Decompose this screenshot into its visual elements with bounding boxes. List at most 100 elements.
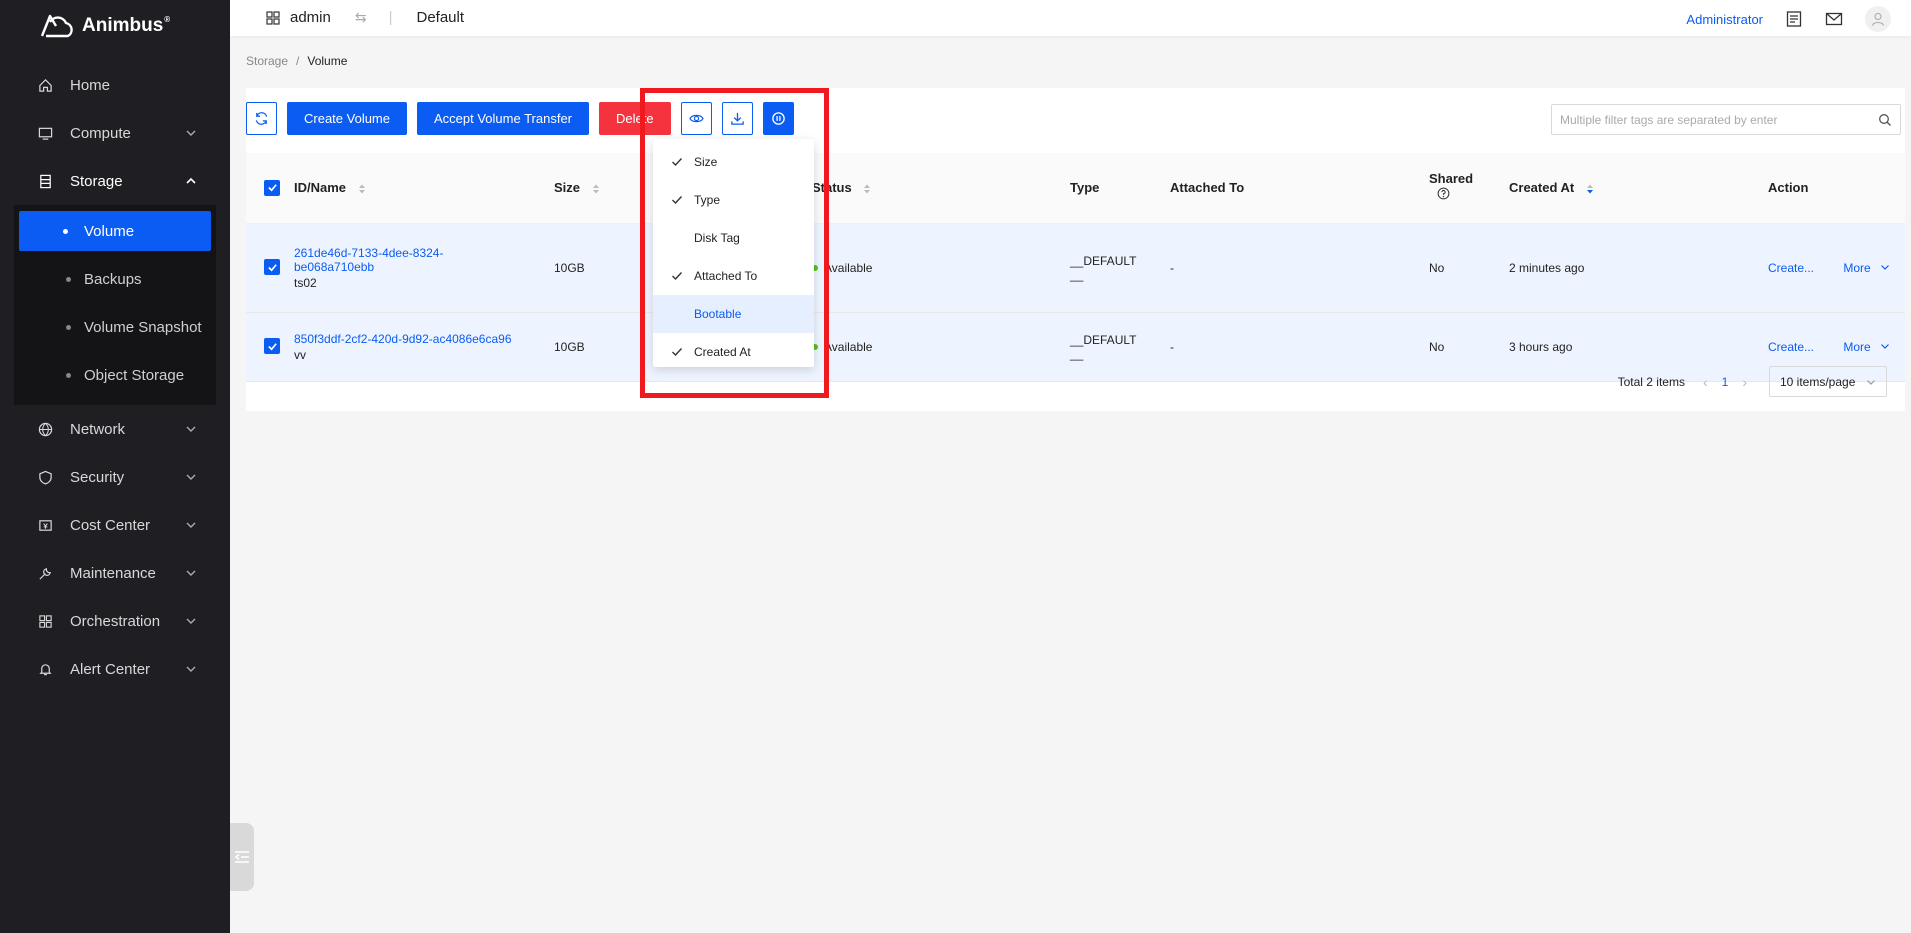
type-cell: __DEFAULT __	[1070, 312, 1170, 382]
sidebar-item-security[interactable]: Security	[0, 453, 230, 501]
breadcrumb-sep: /	[296, 54, 300, 68]
search-icon[interactable]	[1878, 113, 1892, 127]
volume-id-link[interactable]: 850f3ddf-2cf2-420d-9d92-ac4086e6ca96	[294, 332, 554, 346]
chevron-down-icon	[186, 130, 196, 136]
sidebar-item-network[interactable]: Network	[0, 405, 230, 453]
sort-desc-icon[interactable]	[1586, 183, 1594, 195]
row-checkbox[interactable]	[264, 338, 280, 355]
sidebar-item-maintenance[interactable]: Maintenance	[0, 549, 230, 597]
download-icon	[730, 112, 744, 125]
sidebar-item-storage[interactable]: Storage	[0, 157, 230, 205]
role-link[interactable]: Administrator	[1686, 12, 1763, 27]
create-action-link[interactable]: Create...	[1768, 340, 1814, 354]
pause-circle-icon	[771, 112, 785, 125]
check-icon	[267, 263, 277, 272]
refresh-icon	[255, 112, 268, 125]
column-shared: Shared	[1429, 153, 1509, 224]
search-input[interactable]	[1552, 105, 1900, 134]
sidebar-item-label: Security	[70, 468, 125, 486]
create-volume-button[interactable]: Create Volume	[287, 102, 407, 135]
table-row[interactable]: 261de46d-7133-4dee-8324- be068a710ebb ts0…	[246, 223, 1905, 313]
sidebar-collapse-toggle[interactable]	[230, 823, 254, 891]
column-option-label: Disk Tag	[694, 231, 740, 245]
bullet-icon	[66, 324, 71, 330]
sort-icon[interactable]	[358, 183, 366, 195]
user-icon	[1871, 12, 1885, 26]
page-number[interactable]: 1	[1722, 375, 1729, 389]
sidebar-subitem-object-storage[interactable]: Object Storage	[19, 351, 211, 399]
mail-icon[interactable]	[1825, 10, 1843, 28]
column-option-label: Type	[694, 193, 721, 207]
prev-page-button[interactable]: ‹	[1703, 374, 1708, 390]
sidebar-subitem-label: Backups	[84, 270, 142, 288]
refresh-button[interactable]	[246, 102, 277, 135]
sidebar-subitem-backups[interactable]: Backups	[19, 255, 211, 303]
next-page-button[interactable]: ›	[1742, 374, 1747, 390]
chevron-down-icon	[186, 570, 196, 576]
check-icon	[672, 196, 683, 205]
document-list-icon[interactable]	[1785, 10, 1803, 28]
delete-button[interactable]: Delete	[599, 102, 671, 135]
column-option-type[interactable]: Type	[653, 181, 814, 219]
more-action-dropdown[interactable]: More	[1843, 340, 1890, 354]
column-id-name[interactable]: ID/Name	[294, 153, 554, 224]
row-select-cell	[246, 223, 294, 313]
volume-id-link[interactable]: 261de46d-7133-4dee-8324- be068a710ebb	[294, 246, 554, 274]
question-circle-icon[interactable]	[1437, 187, 1450, 200]
sidebar-item-home[interactable]: Home	[0, 61, 230, 109]
column-created-at[interactable]: Created At	[1509, 153, 1768, 224]
chevron-up-icon	[186, 177, 196, 184]
breadcrumb: Storage / Volume	[246, 54, 347, 68]
sort-icon[interactable]	[863, 183, 871, 195]
wallet-icon	[36, 516, 54, 534]
column-option-disk-tag[interactable]: Disk Tag	[653, 219, 814, 257]
sidebar-item-alert-center[interactable]: Alert Center	[0, 645, 230, 693]
sidebar-subitem-volume-snapshot[interactable]: Volume Snapshot	[19, 303, 211, 351]
volume-name: vv	[294, 347, 306, 362]
column-option-label: Created At	[694, 345, 751, 359]
column-option-size[interactable]: Size	[653, 143, 814, 181]
sidebar-item-label: Orchestration	[70, 612, 161, 630]
current-user[interactable]: admin	[290, 9, 331, 26]
pause-refresh-button[interactable]	[762, 102, 794, 135]
check-icon	[672, 158, 683, 167]
page-size-select[interactable]: 10 items/page	[1769, 366, 1887, 397]
chevron-down-icon	[1867, 379, 1875, 385]
chevron-down-icon	[186, 666, 196, 672]
sidebar-subitem-label: Object Storage	[84, 366, 185, 384]
logo[interactable]: Animbus®	[36, 12, 170, 40]
grid-icon	[36, 612, 54, 630]
column-label: Type	[1070, 180, 1100, 196]
swap-icon[interactable]: ⇆	[355, 9, 367, 26]
check-icon	[267, 342, 277, 351]
sort-icon[interactable]	[592, 183, 600, 195]
create-action-link[interactable]: Create...	[1768, 261, 1814, 275]
breadcrumb-parent[interactable]: Storage	[246, 54, 288, 68]
sidebar-item-orchestration[interactable]: Orchestration	[0, 597, 230, 645]
column-option-created-at[interactable]: Created At	[653, 333, 814, 371]
accept-volume-transfer-button[interactable]: Accept Volume Transfer	[417, 102, 590, 135]
sidebar-item-cost-center[interactable]: Cost Center	[0, 501, 230, 549]
column-status[interactable]: Status	[812, 153, 1070, 224]
download-button[interactable]	[721, 102, 753, 135]
sidebar-item-compute[interactable]: Compute	[0, 109, 230, 157]
current-project[interactable]: Default	[417, 9, 465, 26]
shared-cell: No	[1429, 312, 1509, 382]
column-option-bootable[interactable]: Bootable	[653, 295, 814, 333]
id-name-cell: 850f3ddf-2cf2-420d-9d92-ac4086e6ca96 vv	[294, 312, 554, 382]
column-visibility-button[interactable]	[680, 102, 712, 135]
menu-fold-icon	[234, 851, 249, 863]
avatar[interactable]	[1865, 6, 1891, 32]
sidebar-subitem-volume[interactable]: Volume	[19, 211, 211, 251]
select-all-checkbox[interactable]	[264, 179, 280, 196]
check-icon	[672, 272, 683, 281]
bell-icon	[36, 660, 54, 678]
column-option-attached-to[interactable]: Attached To	[653, 257, 814, 295]
sidebar-item-label: Compute	[70, 124, 131, 142]
more-action-dropdown[interactable]: More	[1843, 261, 1890, 275]
row-checkbox[interactable]	[264, 259, 280, 276]
bullet-icon	[63, 228, 68, 234]
shield-icon	[36, 468, 54, 486]
column-label: Attached To	[1170, 180, 1245, 196]
breadcrumb-current: Volume	[307, 54, 348, 68]
